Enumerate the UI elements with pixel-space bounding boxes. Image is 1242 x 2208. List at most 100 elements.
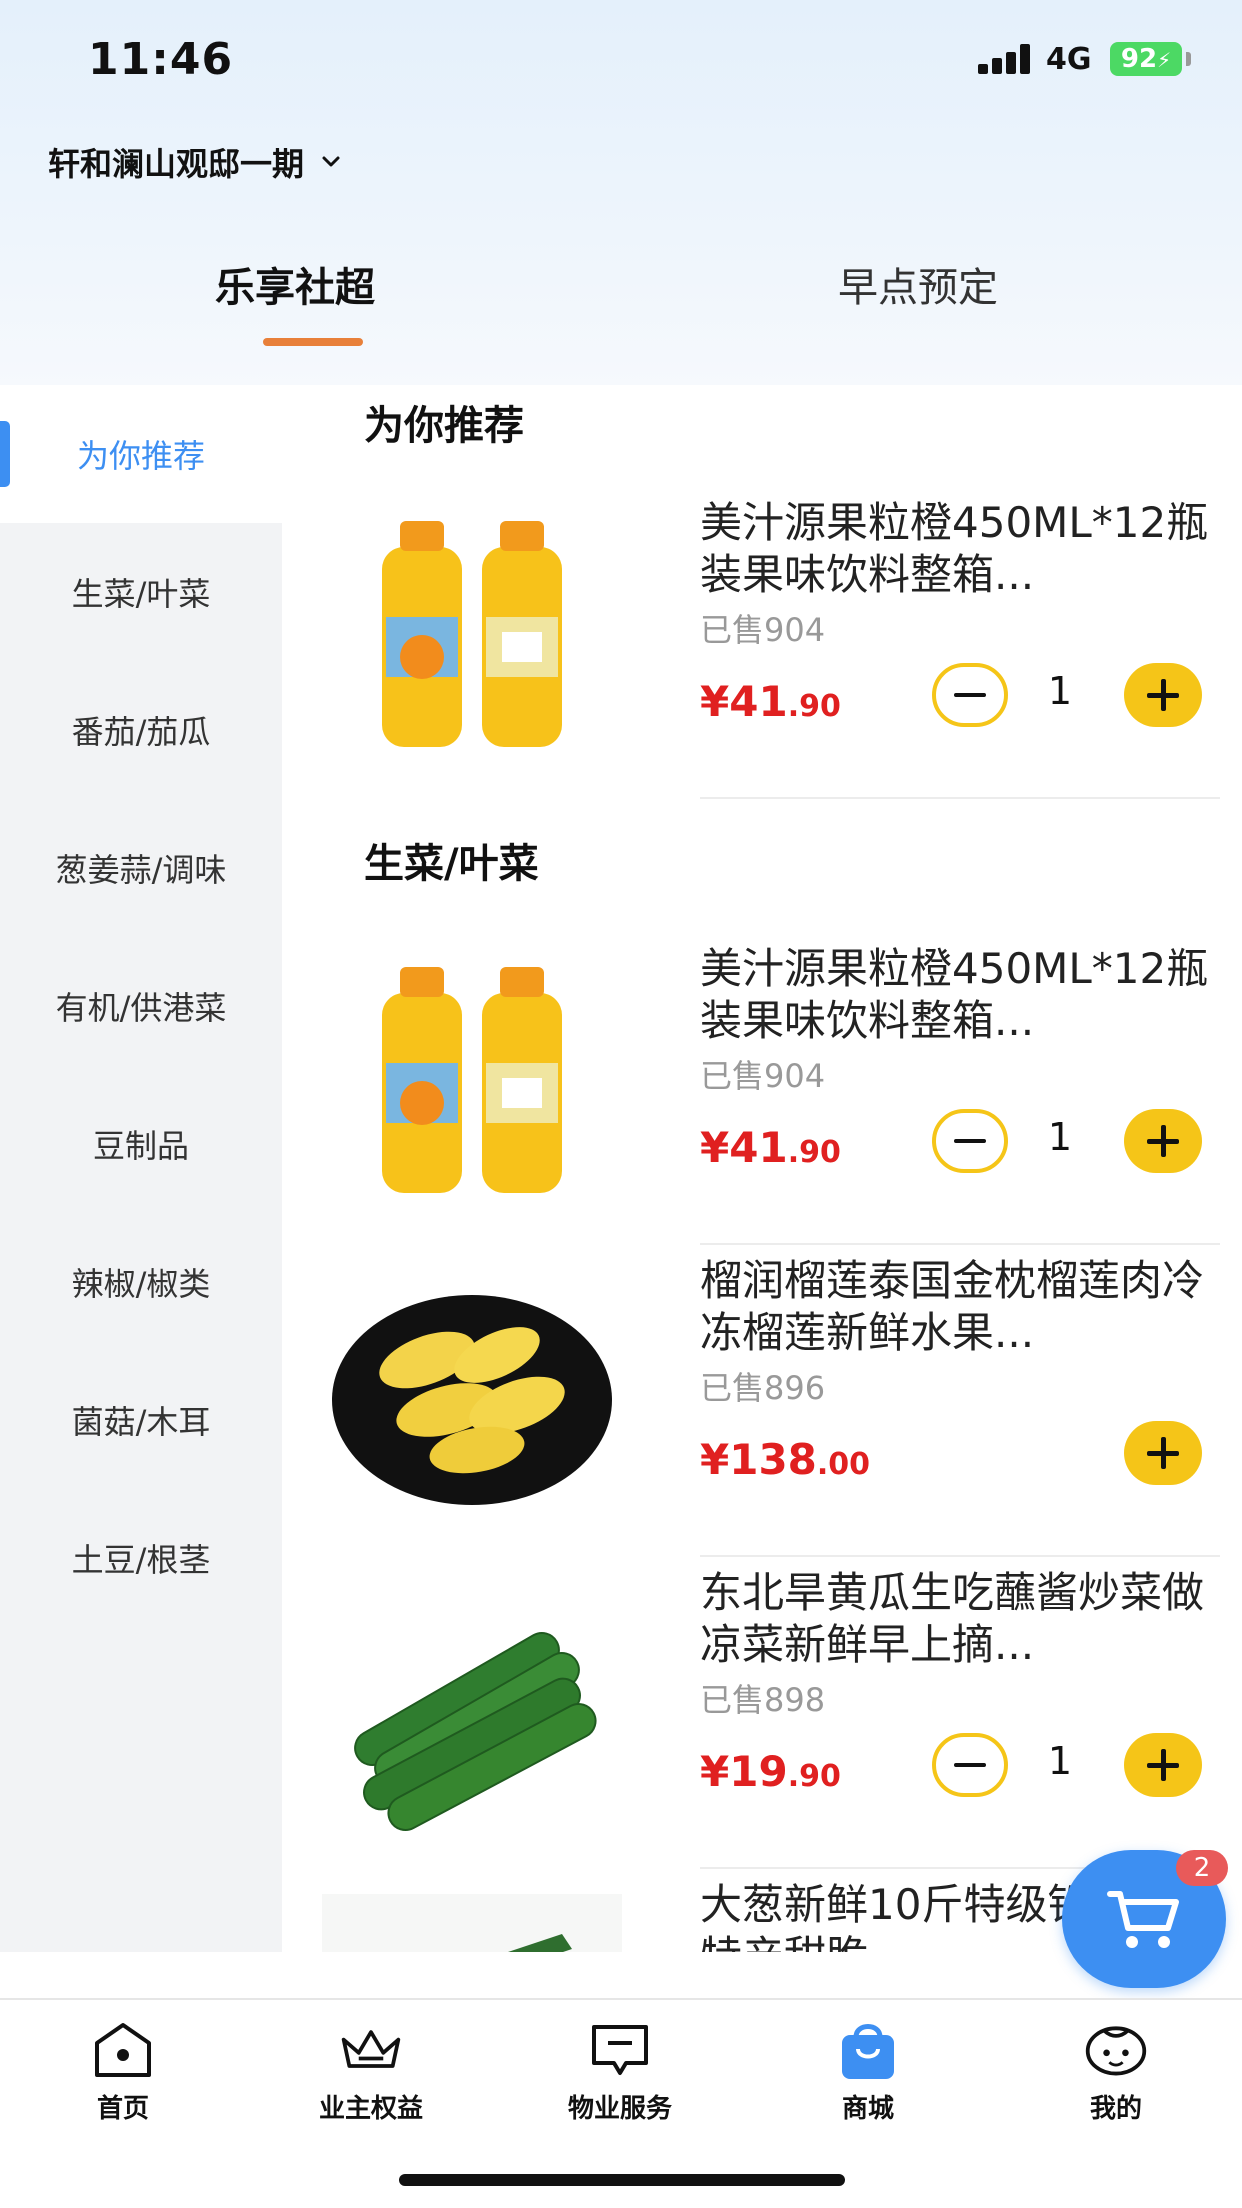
quantity-stepper <box>932 1421 1202 1497</box>
product-price: ¥138.00 <box>700 1435 870 1484</box>
sidebar-item-seasoning[interactable]: 葱姜蒜/调味 <box>0 799 282 937</box>
sidebar-item-pepper[interactable]: 辣椒/椒类 <box>0 1213 282 1351</box>
tabbar-label: 物业服务 <box>567 2094 672 2124</box>
status-time: 11:46 <box>88 34 234 85</box>
increase-button[interactable] <box>1124 1421 1202 1485</box>
tab-shop[interactable]: 乐享社超 <box>215 255 375 313</box>
quantity-value: 1 <box>1047 1115 1073 1159</box>
sidebar-item-recommended[interactable]: 为你推荐 <box>0 385 282 523</box>
sidebar-active-indicator <box>0 421 10 487</box>
sidebar-item-potato[interactable]: 土豆/根茎 <box>0 1489 282 1627</box>
product-list[interactable]: 为你推荐 美汁源果粒橙450ML*12瓶装果味饮料整箱... 已售904 ¥41… <box>282 385 1242 1952</box>
sold-count: 已售898 <box>700 1681 826 1719</box>
cart-icon <box>1107 1891 1179 1948</box>
quantity-value: 1 <box>1047 1739 1073 1783</box>
tabbar-label: 商城 <box>841 2094 894 2124</box>
tab-breakfast[interactable]: 早点预定 <box>838 255 998 313</box>
face-icon <box>1083 2020 1149 2080</box>
sidebar-item-label: 生菜/叶菜 <box>71 575 211 613</box>
sidebar-item-mushroom[interactable]: 菌菇/木耳 <box>0 1351 282 1489</box>
product-price: ¥19.90 <box>700 1747 841 1796</box>
product-image[interactable] <box>322 1255 622 1535</box>
tabbar-label: 我的 <box>1089 2094 1142 2124</box>
product-card[interactable]: 美汁源果粒橙450ML*12瓶装果味饮料整箱... 已售904 ¥41.90 1 <box>322 933 1220 1245</box>
price-currency: ¥ <box>700 1435 730 1484</box>
crown-icon <box>338 2020 404 2080</box>
product-card[interactable]: 美汁源果粒橙450ML*12瓶装果味饮料整箱... 已售904 ¥41.90 1 <box>322 487 1220 799</box>
home-icon <box>90 2020 156 2080</box>
sold-count: 已售904 <box>700 1057 826 1095</box>
durian-plate-icon <box>332 1295 612 1505</box>
product-image[interactable] <box>322 1567 622 1847</box>
battery-level: 92 <box>1120 44 1158 74</box>
tabbar-item-mall[interactable]: 商城 <box>768 2020 968 2130</box>
decrease-button[interactable] <box>932 1733 1008 1797</box>
product-image[interactable] <box>322 943 622 1223</box>
location-selector[interactable]: 轩和澜山观邸一期 <box>48 140 342 184</box>
product-price: ¥41.90 <box>700 677 841 726</box>
tabbar-item-mine[interactable]: 我的 <box>1016 2020 1216 2130</box>
price-currency: ¥ <box>700 677 730 726</box>
tabbar-item-benefits[interactable]: 业主权益 <box>271 2020 471 2130</box>
product-name: 东北旱黄瓜生吃蘸酱炒菜做凉菜新鲜早上摘... <box>700 1568 1205 1669</box>
sold-count: 已售904 <box>700 611 826 649</box>
price-integer: 41 <box>729 677 788 726</box>
network-type: 4G <box>1046 42 1092 77</box>
sidebar-item-lettuce[interactable]: 生菜/叶菜 <box>0 523 282 661</box>
battery-tip <box>1186 52 1191 66</box>
price-integer: 41 <box>729 1123 788 1172</box>
section-title: 生菜/叶菜 <box>364 841 539 887</box>
price-integer: 138 <box>729 1435 817 1484</box>
tabbar-label: 业主权益 <box>318 2094 423 2124</box>
sidebar-item-label: 有机/供港菜 <box>55 989 227 1027</box>
green-onion-icon <box>322 1894 622 1952</box>
product-image[interactable] <box>322 497 622 777</box>
orange-juice-bottles-icon <box>382 521 562 747</box>
decrease-button[interactable] <box>932 663 1008 727</box>
battery-icon: 92⚡ <box>1110 42 1182 76</box>
tabbar-label: 首页 <box>96 2094 149 2124</box>
price-integer: 19 <box>729 1747 788 1796</box>
sidebar-item-organic[interactable]: 有机/供港菜 <box>0 937 282 1075</box>
product-image[interactable] <box>322 1879 622 1952</box>
price-currency: ¥ <box>700 1747 730 1796</box>
product-name: 美汁源果粒橙450ML*12瓶装果味饮料整箱... <box>700 944 1209 1045</box>
product-card[interactable]: 东北旱黄瓜生吃蘸酱炒菜做凉菜新鲜早上摘... 已售898 ¥19.90 1 <box>322 1557 1220 1869</box>
divider <box>700 797 1220 799</box>
signal-icon <box>978 44 1034 74</box>
quantity-value: 1 <box>1047 669 1073 713</box>
message-icon <box>587 2020 653 2080</box>
shopping-bag-icon <box>835 2020 901 2080</box>
sidebar-item-label: 豆制品 <box>92 1127 189 1165</box>
sidebar-item-label: 葱姜蒜/调味 <box>55 851 227 889</box>
location-name: 轩和澜山观邸一期 <box>48 145 305 183</box>
sidebar-item-tofu[interactable]: 豆制品 <box>0 1075 282 1213</box>
chevron-down-icon <box>322 156 340 167</box>
sold-count: 已售896 <box>700 1369 826 1407</box>
price-decimal: .90 <box>787 689 841 724</box>
price-decimal: .90 <box>787 1135 841 1170</box>
increase-button[interactable] <box>1124 1733 1202 1797</box>
product-card[interactable]: 榴润榴莲泰国金枕榴莲肉冷冻榴莲新鲜水果... 已售896 ¥138.00 <box>322 1245 1220 1557</box>
price-decimal: .90 <box>787 1759 841 1794</box>
cart-badge: 2 <box>1176 1850 1228 1886</box>
sidebar-item-label: 为你推荐 <box>76 437 205 475</box>
price-currency: ¥ <box>700 1123 730 1172</box>
product-name: 美汁源果粒橙450ML*12瓶装果味饮料整箱... <box>700 498 1209 599</box>
sidebar-item-label: 菌菇/木耳 <box>71 1403 211 1441</box>
tab-active-indicator <box>263 338 363 346</box>
cucumbers-icon <box>354 1632 597 1832</box>
increase-button[interactable] <box>1124 1109 1202 1173</box>
sidebar-item-tomato[interactable]: 番茄/茄瓜 <box>0 661 282 799</box>
sidebar-item-label: 辣椒/椒类 <box>71 1265 211 1303</box>
top-tabs: 乐享社超 早点预定 <box>0 255 1242 355</box>
home-indicator[interactable] <box>399 2174 845 2186</box>
tabbar-item-home[interactable]: 首页 <box>23 2020 223 2130</box>
increase-button[interactable] <box>1124 663 1202 727</box>
price-decimal: .00 <box>816 1447 871 1482</box>
quantity-stepper: 1 <box>932 1733 1202 1809</box>
product-price: ¥41.90 <box>700 1123 841 1172</box>
decrease-button[interactable] <box>932 1109 1008 1173</box>
tabbar-item-property[interactable]: 物业服务 <box>520 2020 720 2130</box>
category-sidebar: 为你推荐 生菜/叶菜 番茄/茄瓜 葱姜蒜/调味 有机/供港菜 豆制品 辣椒/椒类… <box>0 385 282 1952</box>
